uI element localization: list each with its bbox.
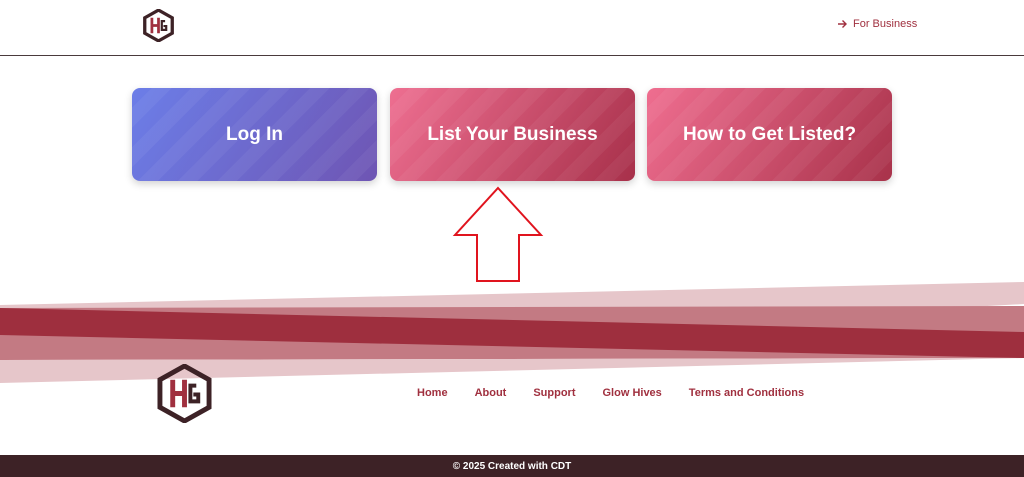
footer-link-support[interactable]: Support	[533, 387, 575, 399]
for-business-link[interactable]: For Business	[837, 18, 917, 30]
list-business-card-button[interactable]: List Your Business	[390, 88, 635, 181]
footer-nav: Home About Support Glow Hives Terms and …	[417, 387, 831, 399]
footer-link-glow-hives[interactable]: Glow Hives	[603, 387, 662, 399]
logo-icon[interactable]	[143, 9, 174, 42]
login-card-button[interactable]: Log In	[132, 88, 377, 181]
footer-link-home[interactable]: Home	[417, 387, 448, 399]
footer-link-about[interactable]: About	[475, 387, 507, 399]
footer-copyright-bar: © 2025 Created with CDT	[0, 455, 1024, 477]
site-header: For Business	[0, 0, 1024, 56]
arrow-right-icon	[838, 20, 847, 28]
how-to-get-listed-card-button[interactable]: How to Get Listed?	[647, 88, 892, 181]
copyright-text: © 2025 Created with CDT	[452, 460, 572, 472]
footer-link-terms[interactable]: Terms and Conditions	[689, 387, 804, 399]
footer-logo-icon[interactable]	[157, 364, 212, 423]
list-business-label: List Your Business	[427, 123, 598, 145]
how-to-label: How to Get Listed?	[682, 123, 857, 145]
login-label: Log In	[226, 123, 283, 145]
decorative-wave-bands	[0, 282, 1024, 390]
up-arrow-outline-icon	[452, 186, 544, 282]
for-business-label: For Business	[853, 18, 918, 30]
